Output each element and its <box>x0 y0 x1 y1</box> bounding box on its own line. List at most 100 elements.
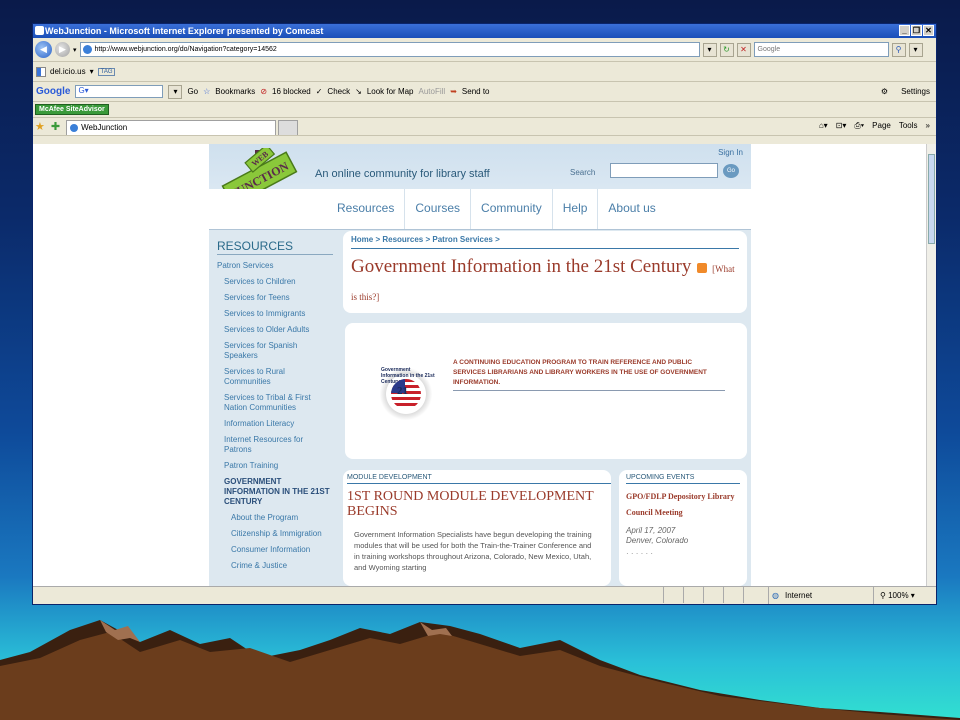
nav-about-us[interactable]: About us <box>598 189 665 229</box>
site-search-label: Search <box>570 168 596 177</box>
spellcheck-icon: ✓ <box>315 87 323 96</box>
autofill-button[interactable]: AutoFill <box>419 87 446 96</box>
site-header: JUNCTION WEB Sign In An online community… <box>209 144 751 230</box>
module-body: Government Information Specialists have … <box>354 530 592 572</box>
favorites-star-icon[interactable]: ★ <box>35 120 45 133</box>
browser-window: WebJunction - Microsoft Internet Explore… <box>32 23 937 605</box>
chevron-more-icon[interactable]: » <box>926 121 930 131</box>
check-button[interactable]: Check <box>327 87 350 96</box>
delicious-link[interactable]: del.icio.us <box>50 67 86 76</box>
event-date-location: April 17, 2007 Denver, Colorado <box>626 526 689 545</box>
sidebar-item-older-adults[interactable]: Services to Older Adults <box>217 325 331 335</box>
stop-icon[interactable]: ✕ <box>736 42 751 57</box>
bookmarks-star-icon: ☆ <box>203 87 211 96</box>
title-bar: WebJunction - Microsoft Internet Explore… <box>33 24 936 38</box>
sidebar-item-patron-training[interactable]: Patron Training <box>217 461 331 471</box>
sidebar-item-teens[interactable]: Services for Teens <box>217 293 331 303</box>
close-button[interactable]: ✕ <box>923 25 934 36</box>
module-heading[interactable]: 1ST ROUND MODULE DEVELOPMENT BEGINS <box>347 489 607 519</box>
sidebar-item-children[interactable]: Services to Children <box>217 277 331 287</box>
url-input[interactable]: http://www.webjunction.org/do/Navigation… <box>79 42 700 57</box>
sidebar-item-crime-justice[interactable]: Crime & Justice <box>217 561 331 571</box>
scroll-thumb[interactable] <box>928 154 935 244</box>
vertical-scrollbar[interactable] <box>926 144 936 586</box>
sidebar-item-citizenship[interactable]: Citizenship & Immigration <box>217 529 331 539</box>
event-more-text: · · · · · · <box>626 549 654 558</box>
nav-help[interactable]: Help <box>553 189 599 229</box>
zoom-level[interactable]: ⚲ 100% ▾ <box>873 587 933 604</box>
page-title: Government Information in the 21st Centu… <box>351 256 735 302</box>
title-card: Home > Resources > Patron Services > Gov… <box>343 231 747 313</box>
mcafee-bar: McAfee SiteAdvisor <box>33 102 936 118</box>
settings-gear-icon: ⚙ <box>880 87 888 96</box>
program-description: A CONTINUING EDUCATION PROGRAM TO TRAIN … <box>453 358 725 391</box>
page-icon <box>82 45 92 54</box>
sidebar-item-consumer-info[interactable]: Consumer Information <box>217 545 331 555</box>
search-icon[interactable]: ⚲ <box>891 42 906 57</box>
site-search-input[interactable] <box>610 163 718 178</box>
popup-blocked-icon: ⊘ <box>260 87 268 96</box>
tab-bar: ★ ✚ WebJunction ⌂▾ ⊡▾ ⎙▾ Page Tools » <box>33 118 936 136</box>
print-icon[interactable]: ⎙▾ <box>854 121 864 131</box>
nav-dropdown-icon[interactable]: ▾ <box>73 46 77 54</box>
events-section-label: UPCOMING EVENTS <box>626 474 740 484</box>
nav-community[interactable]: Community <box>471 189 553 229</box>
page-viewport: JUNCTION WEB Sign In An online community… <box>33 144 936 586</box>
search-options-icon[interactable]: ▾ <box>908 42 923 57</box>
blocked-count[interactable]: 16 blocked <box>272 87 311 96</box>
status-bar: ◍ Internet ⚲ 100% ▾ <box>33 586 936 604</box>
url-dropdown-icon[interactable]: ▾ <box>702 42 717 57</box>
event-title-link[interactable]: GPO/FDLP Depository Library Council Meet… <box>626 489 740 521</box>
tab-webjunction[interactable]: WebJunction <box>66 120 277 135</box>
links-bar: del.icio.us ▾ TAG <box>33 62 936 82</box>
send-to-button[interactable]: Send to <box>462 87 490 96</box>
site-tagline: An online community for library staff <box>315 168 490 180</box>
google-dropdown-icon[interactable]: ▾ <box>168 84 183 99</box>
rss-icon[interactable] <box>697 262 708 273</box>
search-input[interactable]: Google <box>753 42 889 57</box>
sidebar-item-spanish-speakers[interactable]: Services for Spanish Speakers <box>217 341 331 361</box>
home-icon[interactable]: ⌂▾ <box>819 121 828 131</box>
restore-button[interactable]: ❐ <box>911 25 922 36</box>
add-favorite-icon[interactable]: ✚ <box>51 120 60 133</box>
program-banner-card: Government Information in the 21st Centu… <box>345 323 747 459</box>
back-button[interactable]: ◀ <box>35 41 52 58</box>
gov-info-21st-century-seal: Government Information in the 21st Centu… <box>375 363 437 425</box>
main-content: Home > Resources > Patron Services > Gov… <box>343 231 748 586</box>
nav-resources[interactable]: Resources <box>327 189 406 229</box>
forward-button[interactable]: ▶ <box>55 42 70 57</box>
tab-page-icon <box>70 124 79 132</box>
mcafee-siteadvisor-button[interactable]: McAfee SiteAdvisor <box>35 104 109 115</box>
site-search-go-button[interactable]: Go <box>723 164 739 178</box>
sidebar-item-info-literacy[interactable]: Information Literacy <box>217 419 331 429</box>
sidebar-title: RESOURCES <box>217 239 333 255</box>
nav-courses[interactable]: Courses <box>405 189 472 229</box>
breadcrumb[interactable]: Home > Resources > Patron Services > <box>351 235 739 244</box>
sidebar-item-about-program[interactable]: About the Program <box>217 513 331 523</box>
feeds-icon[interactable]: ⊡▾ <box>836 121 847 131</box>
sidebar-item-tribal[interactable]: Services to Tribal & First Nation Commun… <box>217 393 331 413</box>
new-tab-button[interactable] <box>278 120 299 135</box>
seal-center-number: 21 <box>397 385 408 397</box>
sidebar-item-rural[interactable]: Services to Rural Communities <box>217 367 331 387</box>
window-title: WebJunction - Microsoft Internet Explore… <box>45 26 324 36</box>
sign-in-link[interactable]: Sign In <box>718 148 743 157</box>
dropdown-icon[interactable]: ▾ <box>90 67 94 76</box>
mountain-scenery <box>0 620 960 720</box>
bookmarks-button[interactable]: Bookmarks <box>215 87 255 96</box>
sidebar-item-government-info[interactable]: GOVERNMENT INFORMATION IN THE 21ST CENTU… <box>217 477 331 507</box>
resources-sidebar: RESOURCES Patron Services Services to Ch… <box>209 231 341 586</box>
settings-button[interactable]: Settings <box>901 87 930 96</box>
page-menu[interactable]: Page <box>872 121 891 131</box>
google-search-input[interactable]: G▾ <box>75 85 164 98</box>
sidebar-item-patron-services[interactable]: Patron Services <box>217 261 331 271</box>
sidebar-item-immigrants[interactable]: Services to Immigrants <box>217 309 331 319</box>
go-button[interactable]: Go <box>187 87 198 96</box>
look-for-map-button[interactable]: Look for Map <box>367 87 414 96</box>
refresh-icon[interactable]: ↻ <box>719 42 734 57</box>
minimize-button[interactable]: _ <box>899 25 910 36</box>
tools-menu[interactable]: Tools <box>899 121 918 131</box>
sidebar-item-internet-resources[interactable]: Internet Resources for Patrons <box>217 435 331 455</box>
tag-button[interactable]: TAG <box>97 67 116 76</box>
ie-icon <box>35 26 44 35</box>
